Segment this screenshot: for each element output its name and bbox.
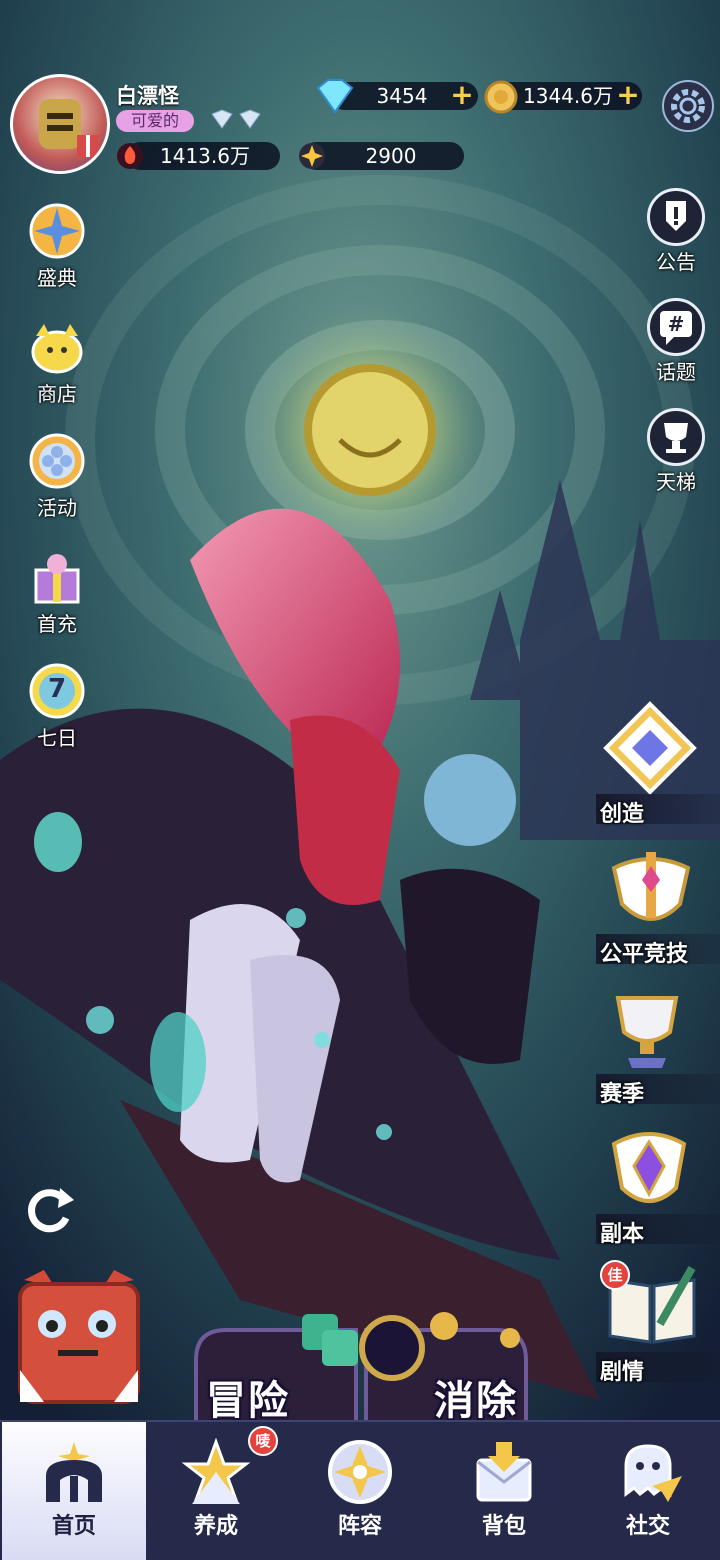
player-name: 白漂怪 [116,84,179,108]
tab-backpack[interactable]: 背包 [432,1422,576,1560]
gear-icon [671,89,705,123]
topics-button[interactable]: # 话题 [636,298,716,385]
announcement-label: 公告 [656,250,696,274]
tab-lineup[interactable]: 阵容 [288,1422,432,1560]
purple-gem-emblem-icon [611,1132,687,1203]
ladder-button[interactable]: 天梯 [636,408,716,495]
tab-home-label: 首页 [51,1514,96,1539]
coin-value: 1344.6万 [523,84,613,108]
refresh-button[interactable] [20,1180,80,1240]
mode-dungeon-button[interactable]: 副本 [596,1120,720,1247]
tab-social[interactable]: 社交 [576,1422,720,1560]
add-diamond-button[interactable]: + [450,81,474,109]
add-coin-button[interactable]: + [616,81,640,109]
seven-day-label: 七日 [37,726,77,750]
tab-backpack-label: 背包 [481,1514,526,1539]
envelope-arrow-icon [476,1442,532,1502]
mode-create-label: 创造 [600,802,645,827]
player-title-badge: 可爱的 [116,110,194,132]
events-button[interactable]: 活动 [12,430,102,521]
refresh-icon [28,1188,74,1233]
topics-label: 话题 [656,360,696,384]
seven-day-badge-icon: 7 [26,660,88,722]
diamond-icon [314,78,356,114]
tab-lineup-label: 阵容 [337,1514,382,1539]
adventure-button[interactable]: 冒险 [206,1368,290,1426]
ghost-paper-plane-icon [624,1444,682,1502]
mode-create-button[interactable]: 创造 [596,700,720,827]
mode-dungeon-label: 副本 [600,1222,645,1247]
lucky-cat-icon [26,316,88,378]
compass-emblem-icon [328,1440,392,1504]
tab-growth[interactable]: 唛 养成 [144,1422,288,1560]
mode-story-button[interactable]: 佳 剧情 [596,1258,720,1385]
tab-social-label: 社交 [625,1514,670,1539]
red-box-monster-icon [18,1270,140,1404]
star-counter: 2900 [302,142,464,170]
star-triangle-icon [181,1437,251,1504]
trophy-icon [647,408,705,466]
shop-label: 商店 [37,382,77,406]
mode-fair-arena-button[interactable]: 公平竞技 [596,840,720,968]
festival-label: 盛典 [37,266,77,290]
first-recharge-label: 首充 [37,612,77,636]
tab-growth-badge: 唛 [248,1426,278,1456]
seven-day-button[interactable]: 7 七日 [12,660,102,751]
arch-home-icon [46,1442,102,1502]
events-label: 活动 [37,496,77,520]
ladder-label: 天梯 [656,470,696,494]
mode-fair-arena-label: 公平竞技 [600,942,689,967]
bottom-nav: 首页 唛 养成 阵容 背包 社交 [0,1420,720,1560]
shop-button[interactable]: 商店 [12,316,102,407]
shield-sword-icon [611,852,691,921]
eliminate-button[interactable]: 消除 [434,1368,518,1426]
diamond-value: 3454 [376,84,428,108]
mascot-character[interactable] [14,1270,144,1420]
power-counter: 1413.6万 [126,142,280,170]
rank-gems-icon [208,108,264,132]
gift-box-icon [26,546,88,608]
tab-growth-label: 养成 [193,1514,238,1539]
crystal-diamond-icon [603,701,697,795]
first-recharge-button[interactable]: 首充 [12,546,102,637]
tab-home[interactable]: 首页 [2,1422,146,1560]
helmet-character-icon [39,99,99,157]
star-value: 2900 [365,144,417,168]
mode-season-label: 赛季 [600,1082,645,1107]
coin-icon [484,80,518,114]
announcement-button[interactable]: 公告 [636,188,716,275]
player-avatar[interactable] [10,74,110,174]
shield-alert-icon [647,188,705,246]
mode-season-button[interactable]: 赛季 [596,982,720,1107]
power-value: 1413.6万 [160,144,250,168]
flame-icon [116,142,144,170]
story-tag-badge: 佳 [600,1260,630,1290]
compass-star-icon [26,200,88,262]
clover-clock-icon [26,430,88,492]
svg-text:#: # [668,312,685,336]
star-icon [298,142,326,170]
mode-story-label: 剧情 [600,1360,645,1385]
festival-button[interactable]: 盛典 [12,200,102,291]
gold-cup-icon [615,996,679,1068]
settings-button[interactable] [662,80,714,132]
seven-day-number: 7 [47,674,67,704]
hashtag-bubble-icon: # [647,298,705,356]
